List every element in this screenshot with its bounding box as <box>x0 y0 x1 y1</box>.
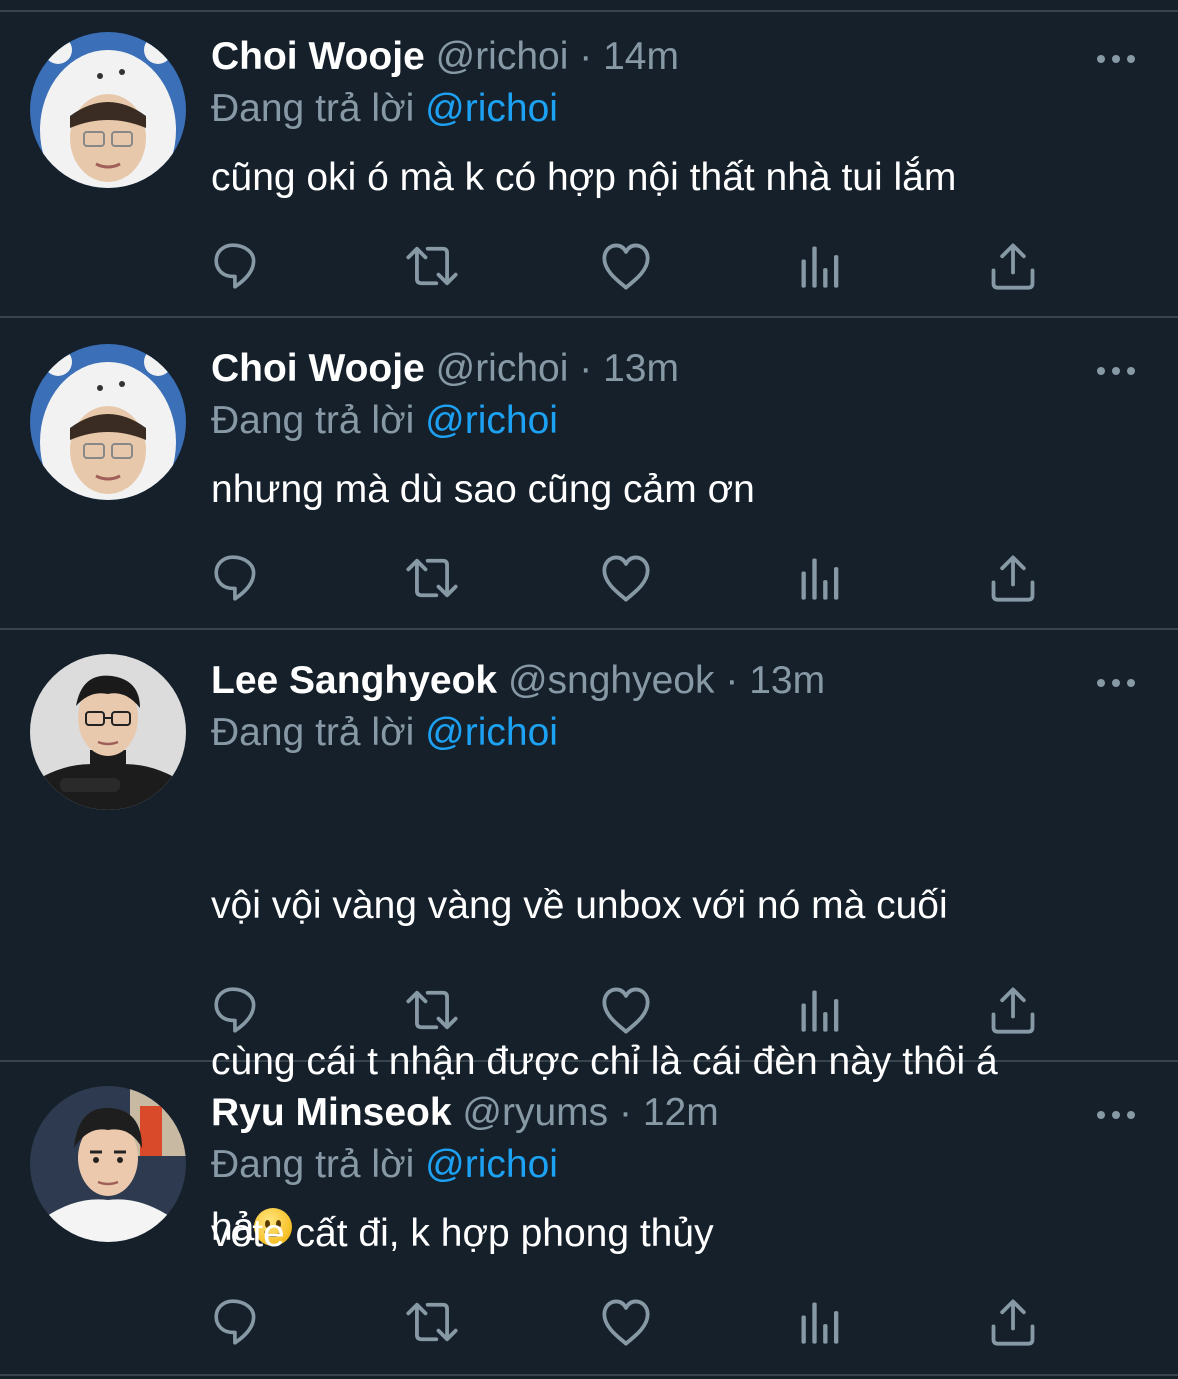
tweet[interactable]: Choi Wooje @richoi · 13m Đang trả lời @r… <box>0 318 1178 630</box>
mention-link[interactable]: @richoi <box>425 711 558 754</box>
display-name[interactable]: Ryu Minseok <box>211 1091 452 1134</box>
share-icon[interactable] <box>987 984 1039 1036</box>
retweet-icon[interactable] <box>404 240 458 292</box>
avatar[interactable] <box>30 654 186 810</box>
timestamp[interactable]: 13m <box>749 659 825 702</box>
separator-dot: · <box>725 659 739 702</box>
tweet[interactable]: Lee Sanghyeok @snghyeok · 13m Đang trả l… <box>0 630 1178 1249</box>
reply-icon[interactable] <box>211 552 263 604</box>
share-icon[interactable] <box>987 552 1039 604</box>
share-icon[interactable] <box>987 1296 1039 1348</box>
user-handle[interactable]: @richoi <box>436 347 569 390</box>
tweet-header: Choi Wooje @richoi · 13m <box>211 344 679 394</box>
retweet-icon[interactable] <box>404 1296 458 1348</box>
tweet-header: Lee Sanghyeok @snghyeok · 13m <box>211 656 825 706</box>
more-options-icon[interactable] <box>1096 1108 1136 1120</box>
user-handle[interactable]: @richoi <box>436 35 569 78</box>
replying-to: Đang trả lời @richoi <box>211 84 558 134</box>
display-name[interactable]: Choi Wooje <box>211 35 425 78</box>
avatar[interactable] <box>30 344 186 500</box>
like-icon[interactable] <box>600 1296 652 1348</box>
top-divider <box>0 0 1178 12</box>
tweet[interactable]: Choi Wooje @richoi · 14m Đang trả lời @r… <box>0 12 1178 318</box>
retweet-icon[interactable] <box>404 552 458 604</box>
reply-icon[interactable] <box>211 1296 263 1348</box>
timestamp[interactable]: 14m <box>603 35 679 78</box>
display-name[interactable]: Choi Wooje <box>211 347 425 390</box>
separator-dot: · <box>579 35 593 78</box>
replying-to-label: Đang trả lời <box>211 711 415 754</box>
replying-to: Đang trả lời @richoi <box>211 1140 558 1190</box>
replying-to-label: Đang trả lời <box>211 1143 415 1186</box>
like-icon[interactable] <box>600 984 652 1036</box>
action-bar <box>211 1296 1041 1348</box>
like-icon[interactable] <box>600 552 652 604</box>
analytics-icon[interactable] <box>795 552 847 604</box>
action-bar <box>211 240 1041 292</box>
mention-link[interactable]: @richoi <box>425 87 558 130</box>
replying-to-label: Đang trả lời <box>211 399 415 442</box>
replying-to: Đang trả lời @richoi <box>211 396 558 446</box>
retweet-icon[interactable] <box>404 984 458 1036</box>
reply-icon[interactable] <box>211 984 263 1036</box>
separator-dot: · <box>619 1091 633 1134</box>
tweet-text: cũng oki ó mà k có hợp nội thất nhà tui … <box>211 156 957 199</box>
user-handle[interactable]: @ryums <box>462 1091 608 1134</box>
mention-link[interactable]: @richoi <box>425 399 558 442</box>
tweet-text: vote cất đi, k hợp phong thủy <box>211 1212 714 1255</box>
action-bar <box>211 552 1041 604</box>
analytics-icon[interactable] <box>795 984 847 1036</box>
analytics-icon[interactable] <box>795 240 847 292</box>
more-options-icon[interactable] <box>1096 676 1136 688</box>
avatar[interactable] <box>30 1086 186 1242</box>
action-bar <box>211 984 1041 1036</box>
user-handle[interactable]: @snghyeok <box>508 659 715 702</box>
tweet-text: nhưng mà dù sao cũng cảm ơn <box>211 468 755 511</box>
tweet-header: Choi Wooje @richoi · 14m <box>211 32 679 82</box>
avatar[interactable] <box>30 32 186 188</box>
share-icon[interactable] <box>987 240 1039 292</box>
reply-icon[interactable] <box>211 240 263 292</box>
tweet[interactable]: Ryu Minseok @ryums · 12m Đang trả lời @r… <box>0 1062 1178 1376</box>
more-options-icon[interactable] <box>1096 364 1136 376</box>
mention-link[interactable]: @richoi <box>425 1143 558 1186</box>
replying-to: Đang trả lời @richoi <box>211 708 558 758</box>
timestamp[interactable]: 12m <box>643 1091 719 1134</box>
separator-dot: · <box>579 347 593 390</box>
timestamp[interactable]: 13m <box>603 347 679 390</box>
tweet-header: Ryu Minseok @ryums · 12m <box>211 1088 719 1138</box>
analytics-icon[interactable] <box>795 1296 847 1348</box>
tweet-text-line: vội vội vàng vàng về unbox với nó mà cuố… <box>211 884 948 927</box>
more-options-icon[interactable] <box>1096 52 1136 64</box>
replying-to-label: Đang trả lời <box>211 87 415 130</box>
display-name[interactable]: Lee Sanghyeok <box>211 659 497 702</box>
like-icon[interactable] <box>600 240 652 292</box>
